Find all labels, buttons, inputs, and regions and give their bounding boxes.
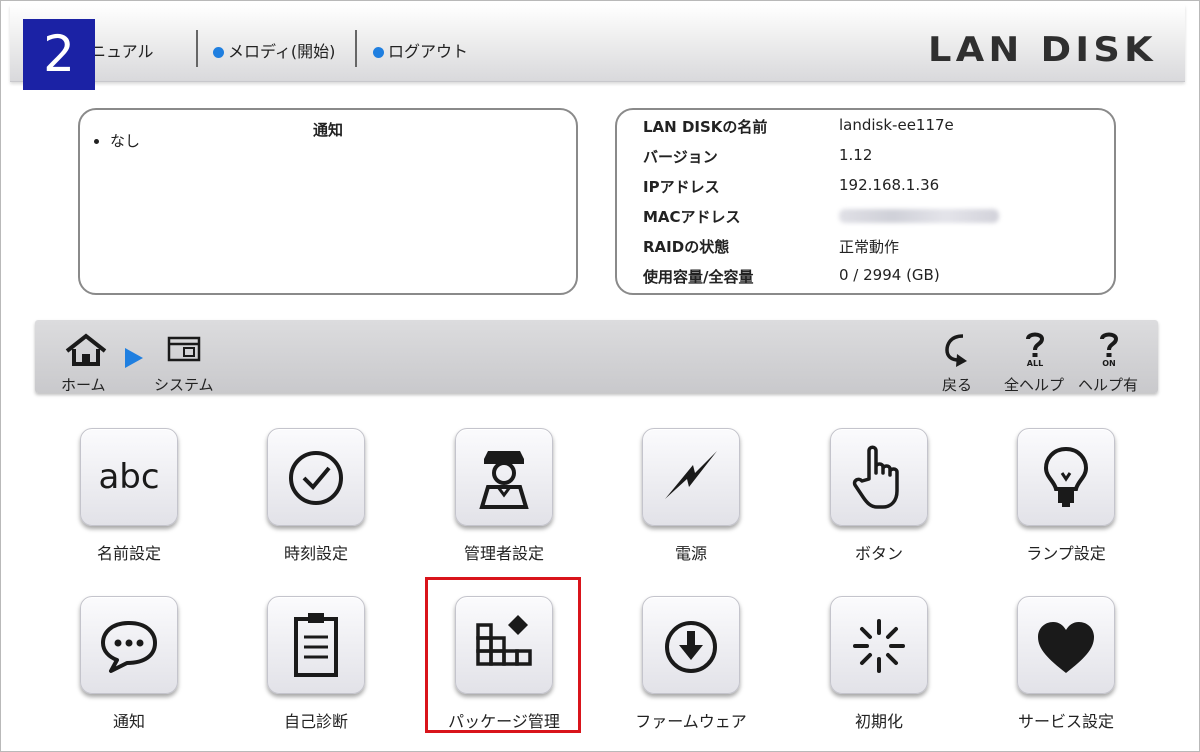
admin-person-icon <box>479 451 529 509</box>
mac-value-blurred <box>839 206 999 227</box>
tile-label: 通知 <box>112 712 145 731</box>
pointing-hand-icon <box>852 445 899 509</box>
tile-button[interactable] <box>267 596 365 694</box>
help-on-label: ヘルプ有 <box>1078 376 1139 394</box>
back-button[interactable]: 戻る <box>933 328 983 394</box>
lan-disk-logo: LAN DISK <box>928 30 1157 70</box>
bullet-dot-icon <box>213 47 224 58</box>
breadcrumb-toolbar: ホーム システム 戻る ALL 全ヘルプ ON ヘルプ有 <box>35 320 1158 394</box>
tile-label: 時刻設定 <box>283 544 348 563</box>
tile-notification[interactable]: 通知 <box>35 596 215 746</box>
tile-button[interactable] <box>267 428 365 526</box>
help-on-button[interactable]: ON ヘルプ有 <box>1077 328 1141 394</box>
tile-label: サービス設定 <box>1017 712 1114 731</box>
top-separator <box>196 30 198 67</box>
breadcrumb-arrow-icon <box>125 348 143 368</box>
light-bulb-icon <box>1043 446 1089 507</box>
tile-name-settings[interactable]: abc 名前設定 <box>35 428 215 578</box>
info-value: 0 / 2994 (GB) <box>839 266 940 284</box>
tile-button[interactable] <box>830 428 928 526</box>
system-window-icon <box>167 336 201 362</box>
melody-link[interactable]: メロディ(開始) <box>213 38 335 62</box>
tile-button-settings[interactable]: ボタン <box>785 428 965 578</box>
clipboard-icon <box>294 613 338 677</box>
svg-text:ON: ON <box>1102 359 1116 368</box>
notice-item: なし <box>110 130 140 151</box>
top-separator <box>355 30 357 67</box>
tile-label: ボタン <box>854 544 903 563</box>
device-info-panel: LAN DISKの名前 landisk-ee117e バージョン 1.12 IPアド… <box>615 108 1116 295</box>
system-label: システム <box>154 376 214 394</box>
back-label: 戻る <box>942 376 973 394</box>
tile-lamp-settings[interactable]: ランプ設定 <box>972 428 1152 578</box>
logout-label: ログアウト <box>388 42 469 61</box>
step-number-badge: 2 <box>23 19 95 90</box>
tile-label: 電源 <box>674 544 707 563</box>
tile-label: ファームウェア <box>635 712 747 731</box>
tile-button[interactable]: abc <box>80 428 178 526</box>
tile-firmware[interactable]: ファームウェア <box>597 596 777 746</box>
tile-time-settings[interactable]: 時刻設定 <box>222 428 402 578</box>
help-on-icon: ON <box>1100 332 1119 368</box>
tile-button[interactable] <box>1017 596 1115 694</box>
info-key: バージョン <box>643 148 718 166</box>
tile-service-settings[interactable]: サービス設定 <box>972 596 1152 746</box>
tile-label: 自己診断 <box>283 712 348 731</box>
all-help-label: 全ヘルプ <box>1004 376 1065 394</box>
bullet-dot-icon <box>373 47 384 58</box>
heart-icon <box>1038 622 1094 673</box>
tile-button[interactable] <box>830 596 928 694</box>
tile-label: 名前設定 <box>96 544 161 563</box>
power-lightning-icon <box>665 451 717 499</box>
manual-link[interactable]: ニュアル <box>90 38 154 62</box>
tile-label: 初期化 <box>854 712 903 731</box>
tile-label: 管理者設定 <box>463 544 544 563</box>
abc-icon: abc <box>98 457 159 497</box>
home-icon <box>65 333 107 366</box>
info-value: 正常動作 <box>839 238 900 256</box>
svg-text:abc: abc <box>98 457 159 497</box>
svg-text:ALL: ALL <box>1027 359 1043 368</box>
download-circle-icon <box>665 621 717 673</box>
top-bar: ニュアル メロディ(開始) ログアウト LAN DISK <box>10 5 1185 82</box>
notice-list: なし <box>90 130 140 151</box>
tile-initialize[interactable]: 初期化 <box>785 596 965 746</box>
help-all-icon: ALL <box>1026 332 1045 368</box>
tile-power[interactable]: 電源 <box>597 428 777 578</box>
package-management-highlight <box>425 577 581 733</box>
info-value: 192.168.1.36 <box>839 176 940 194</box>
tile-button[interactable] <box>80 596 178 694</box>
clock-icon <box>289 451 343 505</box>
info-key: IPアドレス <box>643 178 720 196</box>
info-key: 使用容量/全容量 <box>643 268 754 286</box>
tile-self-diagnosis[interactable]: 自己診断 <box>222 596 402 746</box>
info-value: 1.12 <box>839 146 873 164</box>
spinner-burst-icon <box>853 619 905 673</box>
info-key: MACアドレス <box>643 208 741 226</box>
all-help-button[interactable]: ALL 全ヘルプ <box>1003 328 1067 394</box>
home-label: ホーム <box>61 376 106 394</box>
system-breadcrumb[interactable]: システム <box>153 328 223 394</box>
tile-button[interactable] <box>642 428 740 526</box>
notice-title: 通知 <box>312 121 343 139</box>
info-value: landisk-ee117e <box>839 116 954 134</box>
logout-link[interactable]: ログアウト <box>373 38 468 62</box>
info-key: LAN DISKの名前 <box>643 118 768 136</box>
tile-button[interactable] <box>455 428 553 526</box>
notice-panel: 通知 なし <box>78 108 578 295</box>
home-button[interactable]: ホーム <box>57 328 117 394</box>
tile-label: ランプ設定 <box>1026 544 1106 563</box>
melody-label: メロディ(開始) <box>228 42 336 61</box>
tile-admin-settings[interactable]: 管理者設定 <box>410 428 590 578</box>
tile-button[interactable] <box>1017 428 1115 526</box>
back-arrow-icon <box>945 334 967 367</box>
speech-bubble-icon <box>101 621 157 673</box>
tile-button[interactable] <box>642 596 740 694</box>
info-key: RAIDの状態 <box>643 238 730 256</box>
